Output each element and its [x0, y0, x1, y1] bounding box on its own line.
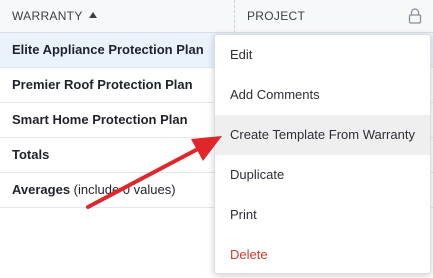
averages-label-bold: Averages [12, 182, 71, 197]
menu-item-print[interactable]: Print [215, 195, 430, 235]
averages-label: Averages (include 0 values) [12, 182, 176, 197]
menu-item-edit[interactable]: Edit [215, 35, 430, 75]
row-label: Premier Roof Protection Plan [12, 77, 193, 92]
column-header-project[interactable]: PROJECT [247, 9, 305, 23]
row-label: Elite Appliance Protection Plan [12, 42, 204, 57]
context-menu: Edit Add Comments Create Template From W… [214, 34, 431, 274]
menu-item-create-template-from-warranty[interactable]: Create Template From Warranty [215, 115, 430, 155]
menu-item-duplicate[interactable]: Duplicate [215, 155, 430, 195]
table-header: WARRANTY PROJECT [0, 0, 433, 33]
totals-label: Totals [12, 147, 50, 162]
row-label: Smart Home Protection Plan [12, 112, 188, 127]
menu-item-delete[interactable]: Delete [215, 235, 430, 275]
sort-ascending-icon[interactable] [88, 12, 97, 18]
column-header-warranty[interactable]: WARRANTY [12, 9, 97, 23]
averages-label-note: (include 0 values) [70, 182, 176, 197]
column-header-warranty-label: WARRANTY [12, 9, 83, 23]
menu-item-add-comments[interactable]: Add Comments [215, 75, 430, 115]
lock-icon[interactable] [408, 8, 422, 24]
column-divider[interactable] [234, 0, 235, 33]
